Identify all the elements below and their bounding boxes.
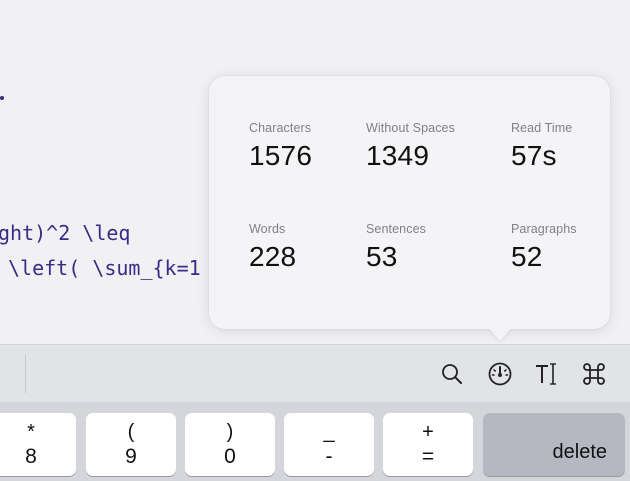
toolbar-divider xyxy=(25,355,26,393)
stat-label: Words xyxy=(249,222,286,236)
stat-words: Words 228 xyxy=(249,222,296,273)
stat-without-spaces: Without Spaces 1349 xyxy=(366,121,455,172)
key-label: 8 xyxy=(25,444,37,468)
statistics-popover: Characters 1576 Without Spaces 1349 Read… xyxy=(209,76,610,329)
stat-value: 57s xyxy=(511,140,557,171)
key-minus[interactable]: _ - xyxy=(284,413,374,476)
key-0[interactable]: ) 0 xyxy=(185,413,275,476)
key-label: 0 xyxy=(224,444,236,468)
key-8[interactable]: * 8 xyxy=(0,413,76,476)
text-format-icon[interactable] xyxy=(532,359,562,389)
stat-value: 1349 xyxy=(366,140,430,171)
stat-label: Paragraphs xyxy=(511,222,577,236)
stat-read-time: Read Time 57s xyxy=(511,121,572,172)
code-line: ght)^2 \leq xyxy=(0,221,131,245)
search-icon[interactable] xyxy=(437,359,467,389)
key-shift-label: ( xyxy=(127,420,135,443)
key-label: 9 xyxy=(125,444,137,468)
key-shift-label: + xyxy=(422,420,434,443)
keyboard: * 8 ( 9 ) 0 _ - + = delete xyxy=(0,402,630,481)
key-label: - xyxy=(325,444,333,468)
delete-key-label: delete xyxy=(552,441,608,463)
stat-value: 1576 xyxy=(249,140,313,171)
keyboard-toolbar xyxy=(0,344,630,403)
stat-characters: Characters 1576 xyxy=(249,121,312,172)
key-label: = xyxy=(421,444,435,468)
popover-arrow xyxy=(488,327,512,341)
key-9[interactable]: ( 9 xyxy=(86,413,176,476)
stat-value: 228 xyxy=(249,241,297,272)
key-shift-label: ) xyxy=(226,420,234,443)
stat-label: Sentences xyxy=(366,222,426,236)
delete-key[interactable]: delete xyxy=(483,413,625,476)
code-bullet xyxy=(0,96,4,100)
key-shift-label: * xyxy=(27,420,35,443)
gauge-icon[interactable] xyxy=(485,359,515,389)
stat-paragraphs: Paragraphs 52 xyxy=(511,222,577,273)
stat-label: Characters xyxy=(249,121,312,135)
code-line: \left( \sum_{k=1 xyxy=(8,256,201,280)
command-icon[interactable] xyxy=(579,359,609,389)
stat-label: Read Time xyxy=(511,121,573,135)
key-equals[interactable]: + = xyxy=(383,413,473,476)
stat-label: Without Spaces xyxy=(366,121,455,135)
key-shift-label: _ xyxy=(323,420,335,443)
stat-value: 53 xyxy=(366,241,398,272)
stat-sentences: Sentences 53 xyxy=(366,222,426,273)
stat-value: 52 xyxy=(511,241,543,272)
